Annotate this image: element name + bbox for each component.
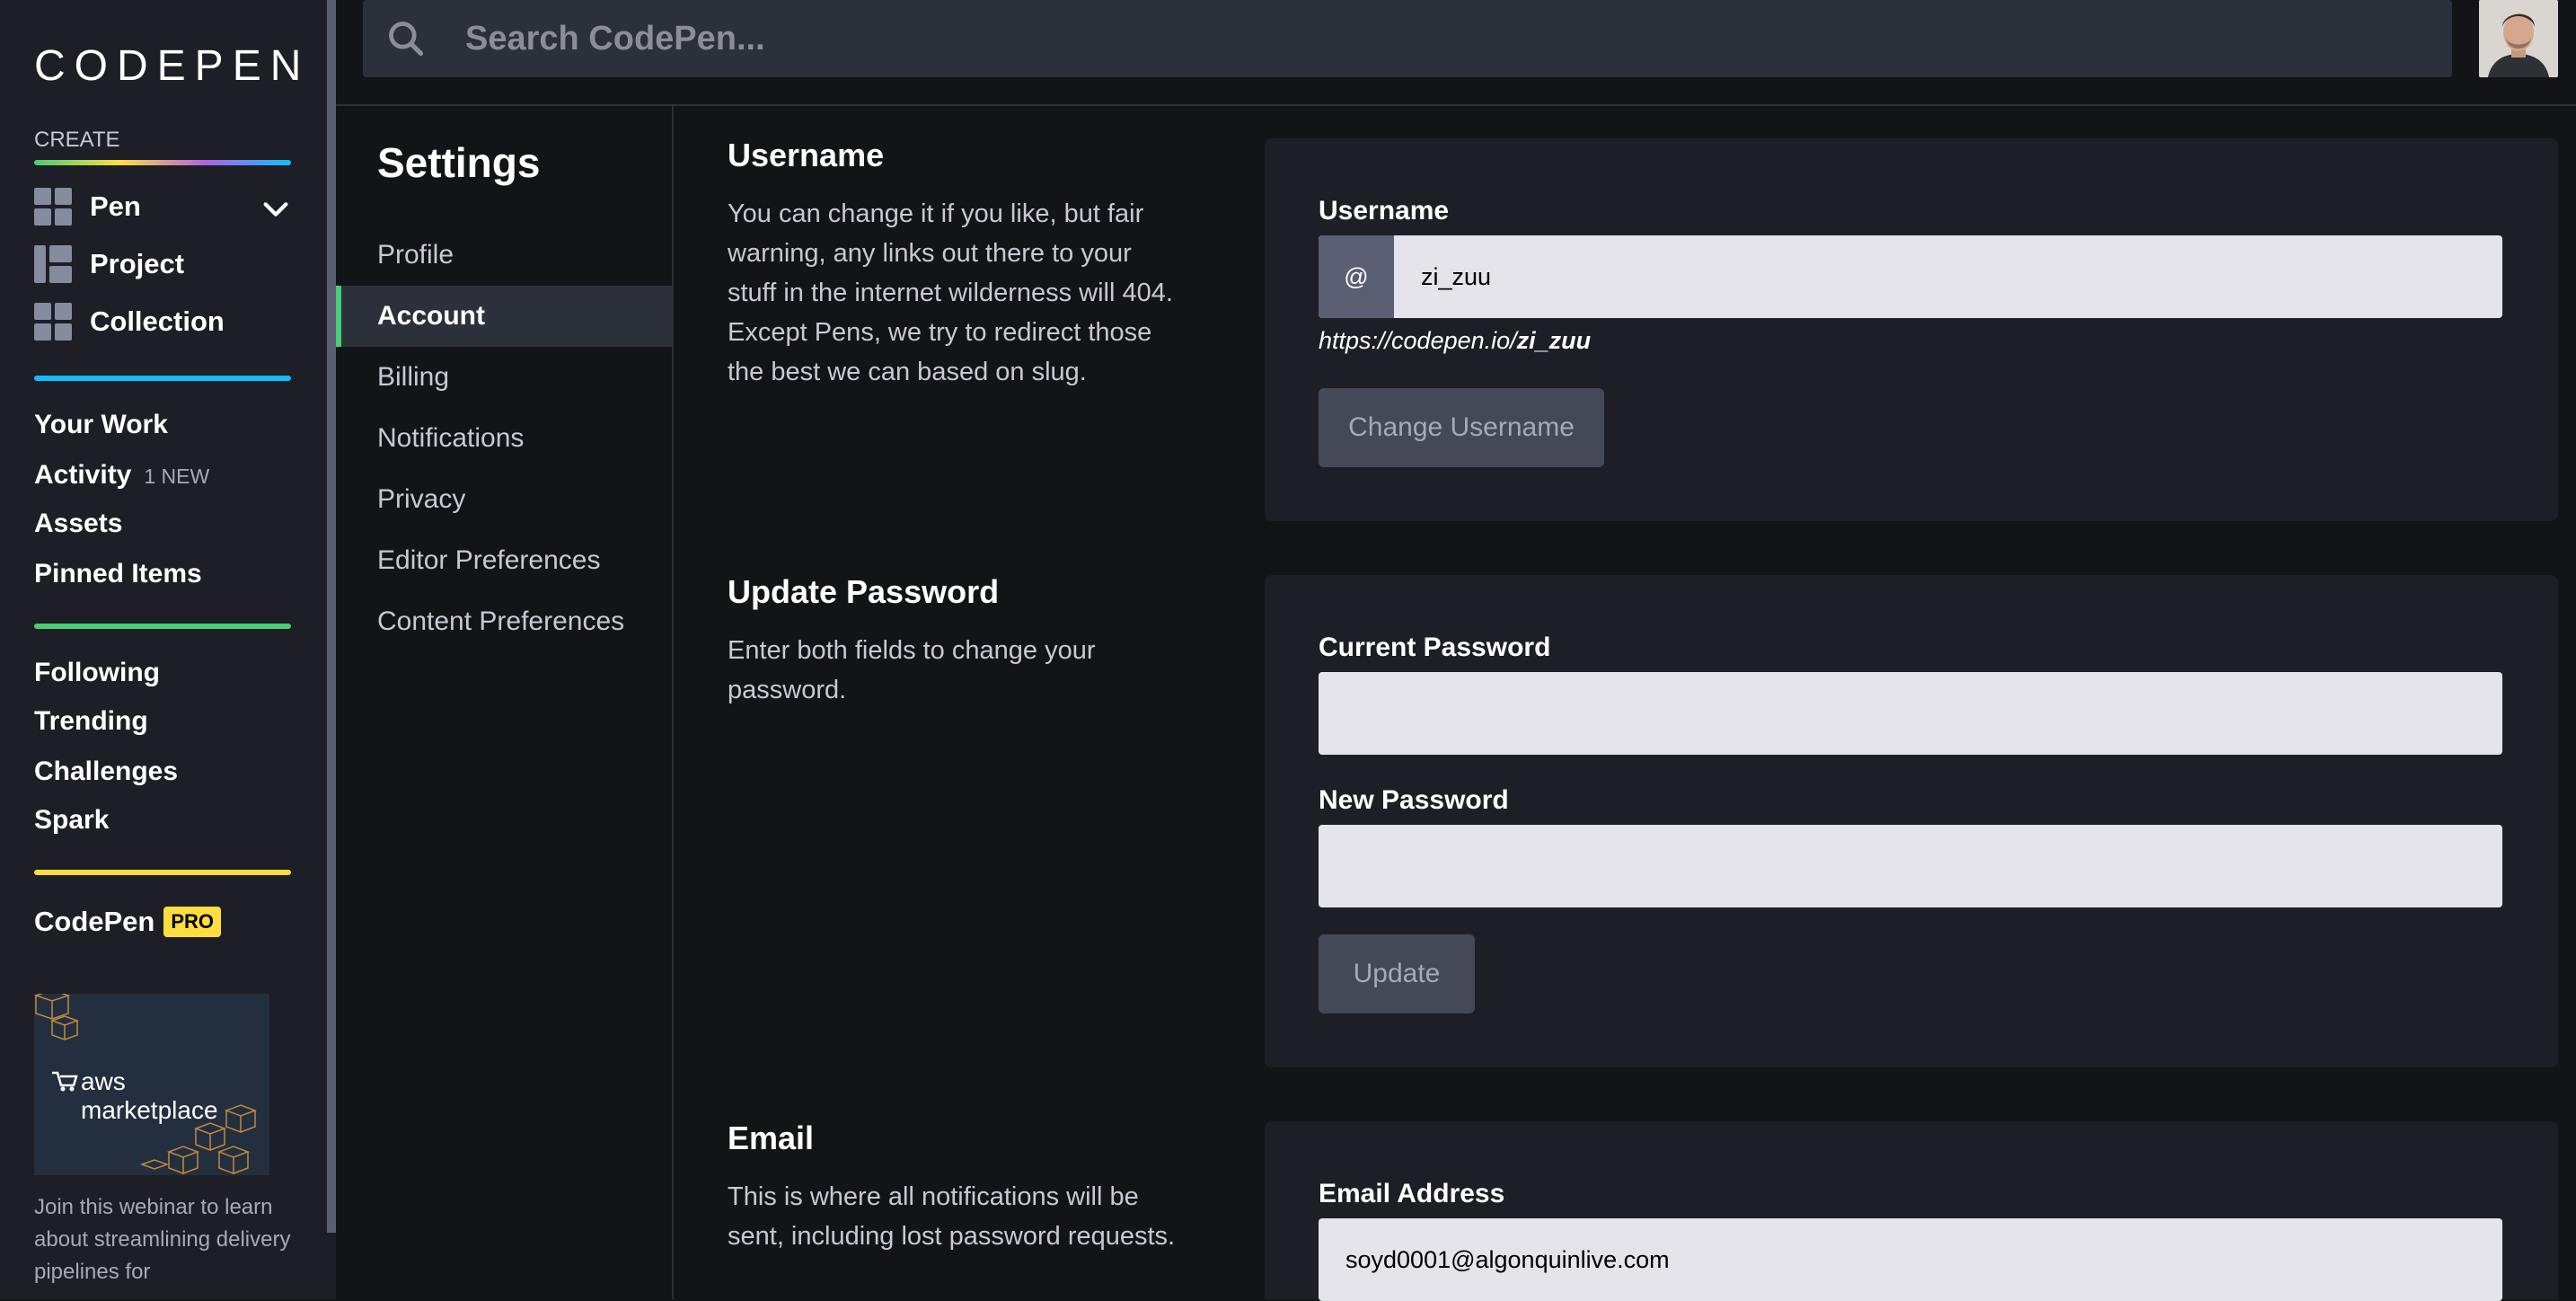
- activity-new-badge: 1 NEW: [144, 465, 210, 488]
- nav-assets[interactable]: Assets: [34, 509, 122, 539]
- avatar[interactable]: [2479, 0, 2558, 77]
- email-section-title: Email: [728, 1120, 815, 1156]
- profile-url-username: zi_zuu: [1516, 327, 1592, 354]
- create-collection-button[interactable]: Collection: [34, 302, 225, 341]
- pen-grid-icon: [34, 188, 72, 226]
- section-divider-green: [34, 624, 291, 629]
- password-section-description: Enter both fields to change your passwor…: [728, 636, 1096, 704]
- nav-pinned-items[interactable]: Pinned Items: [34, 559, 202, 589]
- current-password-label: Current Password: [1319, 633, 1551, 662]
- email-section-description: This is where all notifications will be …: [728, 1182, 1176, 1251]
- settings-nav-content-preferences[interactable]: Content Preferences: [336, 591, 672, 652]
- update-password-button[interactable]: Update: [1319, 934, 1475, 1013]
- create-pen-button[interactable]: Pen: [34, 187, 141, 226]
- top-header: [336, 0, 2576, 106]
- username-field-label: Username: [1319, 196, 1450, 226]
- collection-grid-icon: [34, 303, 72, 341]
- settings-nav-notifications[interactable]: Notifications: [336, 408, 672, 469]
- section-divider-blue: [34, 376, 291, 381]
- current-password-input[interactable]: [1319, 672, 2502, 755]
- profile-url-base: https://codepen.io/: [1319, 327, 1517, 354]
- settings-nav-billing[interactable]: Billing: [336, 347, 672, 408]
- password-card: Current Password New Password Update: [1265, 575, 2558, 1067]
- codepen-pro-link[interactable]: CodePen PRO: [34, 906, 222, 938]
- user-avatar-image: [2479, 0, 2558, 77]
- create-project-button[interactable]: Project: [34, 244, 184, 284]
- username-at-prefix: @: [1319, 235, 1394, 318]
- change-username-button[interactable]: Change Username: [1319, 388, 1604, 467]
- create-project-label: Project: [90, 248, 185, 279]
- create-label: CREATE: [34, 128, 120, 152]
- password-section-title: Update Password: [728, 573, 1000, 610]
- logo-text: CODEPEN: [34, 41, 311, 90]
- settings-nav-editor-preferences[interactable]: Editor Preferences: [336, 530, 672, 591]
- create-collection-label: Collection: [90, 305, 225, 337]
- pro-badge: PRO: [163, 907, 222, 937]
- search-icon: [389, 22, 424, 57]
- section-divider-yellow: [34, 870, 291, 875]
- email-input[interactable]: [1319, 1218, 2502, 1301]
- settings-nav-profile[interactable]: Profile: [336, 225, 672, 286]
- new-password-input[interactable]: [1319, 825, 2502, 907]
- nav-following[interactable]: Following: [34, 658, 160, 688]
- nav-trending[interactable]: Trending: [34, 706, 148, 737]
- nav-activity-label: Activity: [34, 460, 132, 490]
- username-input[interactable]: [1319, 235, 2502, 318]
- sidebar-scrollbar[interactable]: [327, 0, 336, 1233]
- nav-challenges[interactable]: Challenges: [34, 757, 178, 787]
- search-input[interactable]: [463, 18, 2353, 59]
- email-field-label: Email Address: [1319, 1179, 1505, 1208]
- aws-marketplace-ad[interactable]: aws marketplace: [34, 994, 269, 1175]
- create-pen-label: Pen: [90, 190, 141, 222]
- codepen-logo[interactable]: CODEPEN: [34, 40, 310, 92]
- settings-title: Settings: [377, 139, 541, 186]
- sidebar-scroll-track: [327, 1233, 336, 1299]
- email-card: Email Address: [1265, 1121, 2558, 1301]
- project-grid-icon: [34, 245, 72, 283]
- username-section-description: You can change it if you like, but fair …: [728, 199, 1173, 386]
- codepen-pro-label: CodePen: [34, 906, 155, 937]
- profile-url-hint: https://codepen.io/zi_zuu: [1319, 327, 1591, 355]
- nav-your-work[interactable]: Your Work: [34, 410, 168, 440]
- create-divider: [34, 160, 291, 165]
- nav-spark[interactable]: Spark: [34, 805, 109, 836]
- username-section-title: Username: [728, 137, 885, 173]
- settings-nav-account[interactable]: Account: [336, 286, 672, 347]
- chevron-down-icon[interactable]: [260, 194, 291, 225]
- search-bar[interactable]: [363, 0, 2452, 77]
- main-sidebar: CODEPEN CREATE Pen Project Collection Yo…: [0, 0, 327, 1299]
- settings-nav: Settings Profile Account Billing Notific…: [336, 106, 674, 1299]
- settings-nav-privacy[interactable]: Privacy: [336, 469, 672, 530]
- new-password-label: New Password: [1319, 785, 1509, 815]
- username-card: Username @ https://codepen.io/zi_zuu Cha…: [1265, 138, 2558, 521]
- ad-description[interactable]: Join this webinar to learn about streaml…: [34, 1191, 295, 1288]
- ad-image-text: aws marketplace: [81, 1067, 218, 1124]
- nav-activity[interactable]: Activity 1 NEW: [34, 460, 209, 491]
